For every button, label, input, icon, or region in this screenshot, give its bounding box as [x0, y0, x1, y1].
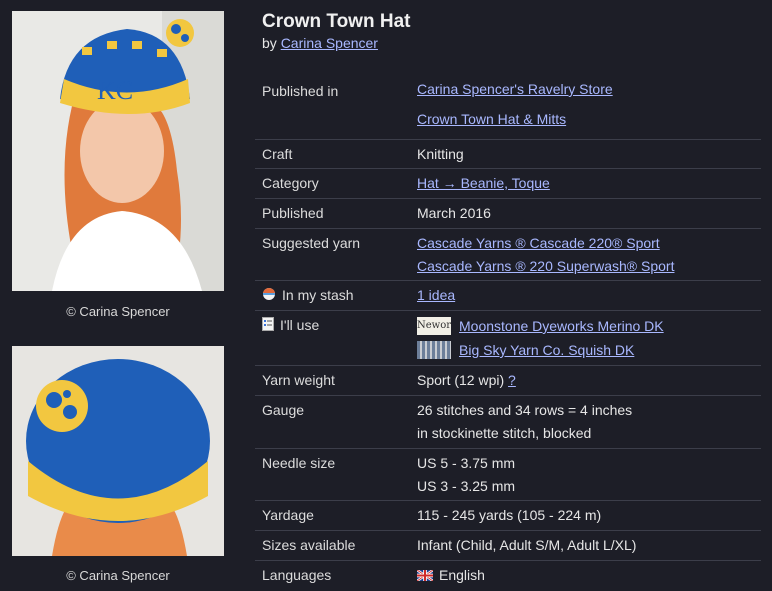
yarn-weight-text: Sport (12 wpi) — [417, 372, 505, 388]
link-stash-ideas[interactable]: 1 idea — [417, 287, 455, 303]
byline: by Carina Spencer — [262, 35, 378, 51]
label-published-in: Published in — [262, 83, 339, 99]
uk-flag-icon — [416, 565, 434, 588]
language-text: English — [439, 567, 485, 583]
row-gauge: Gauge 26 stitches and 34 rows = 4 inches… — [255, 396, 761, 449]
label-sizes-available: Sizes available — [262, 537, 356, 553]
pattern-details-table: Published in Carina Spencer's Ravelry St… — [255, 71, 761, 591]
link-category[interactable]: Hat → Beanie, Toque — [417, 175, 550, 191]
row-craft: Craft Knitting — [255, 140, 761, 169]
label-published: Published — [262, 205, 324, 221]
row-sizes-available: Sizes available Infant (Child, Adult S/M… — [255, 531, 761, 561]
checklist-icon — [262, 315, 274, 338]
value-craft: Knitting — [417, 146, 464, 162]
link-crown-town-hat-mitts[interactable]: Crown Town Hat & Mitts — [417, 104, 754, 134]
link-big-sky-squish-dk[interactable]: Big Sky Yarn Co. Squish DK — [459, 342, 634, 358]
link-yarn-cascade-220-sport[interactable]: Cascade Yarns ® Cascade 220® Sport — [417, 232, 754, 255]
pattern-title: Crown Town Hat — [262, 11, 411, 32]
label-craft: Craft — [262, 146, 293, 162]
pattern-photo-2[interactable] — [12, 346, 224, 556]
svg-text:KC: KC — [97, 76, 133, 105]
row-published-in: Published in Carina Spencer's Ravelry St… — [255, 71, 761, 140]
value-published-in: Carina Spencer's Ravelry Store Crown Tow… — [417, 71, 754, 134]
value-category: Hat → Beanie, Toque — [417, 169, 754, 195]
stash-label-text: In my stash — [282, 287, 354, 303]
photo-1-illustration: KC — [12, 11, 224, 291]
gauge-line-1: 26 stitches and 34 rows = 4 inches — [417, 402, 633, 418]
yarn-thumbnail-2[interactable] — [417, 341, 451, 359]
byline-prefix: by — [262, 35, 277, 51]
row-yardage: Yardage 115 - 245 yards (105 - 224 m) — [255, 501, 761, 531]
label-yardage: Yardage — [262, 507, 314, 523]
link-moonstone-dyeworks-merino-dk[interactable]: Moonstone Dyeworks Merino DK — [459, 318, 664, 334]
row-needle-size: Needle size US 5 - 3.75 mm US 3 - 3.25 m… — [255, 449, 761, 501]
label-needle-size: Needle size — [262, 455, 336, 471]
label-gauge: Gauge — [262, 402, 305, 418]
value-yarn-weight: Sport (12 wpi) ? — [417, 366, 754, 392]
row-yarn-weight: Yarn weight Sport (12 wpi) ? — [255, 366, 761, 396]
needle-size-1: US 5 - 3.75 mm — [417, 455, 516, 471]
value-published: March 2016 — [417, 205, 491, 221]
ill-use-yarn-1: Newor Moonstone Dyeworks Merino DK — [417, 314, 754, 338]
label-in-my-stash: In my stash — [262, 281, 417, 308]
value-needle-size: US 5 - 3.75 mm US 3 - 3.25 mm — [417, 449, 754, 498]
value-languages: English — [416, 561, 754, 588]
value-ill-use: Newor Moonstone Dyeworks Merino DK Big S… — [417, 311, 754, 362]
row-languages: Languages English — [255, 561, 761, 591]
value-sizes-available: Infant (Child, Adult S/M, Adult L/XL) — [417, 537, 637, 553]
value-suggested-yarn: Cascade Yarns ® Cascade 220® Sport Casca… — [417, 229, 754, 278]
value-in-my-stash: 1 idea — [417, 281, 754, 307]
photo-2-caption: © Carina Spencer — [66, 568, 170, 583]
row-category: Category Hat → Beanie, Toque — [255, 169, 761, 199]
photo-2-illustration — [12, 346, 224, 556]
ill-use-label-text: I'll use — [280, 317, 320, 333]
label-ill-use: I'll use — [262, 311, 417, 338]
designer-link[interactable]: Carina Spencer — [281, 35, 378, 51]
row-ill-use: I'll use Newor Moonstone Dyeworks Merino… — [255, 311, 761, 366]
label-languages: Languages — [262, 567, 332, 583]
yarn-thumbnail-1[interactable]: Newor — [417, 317, 451, 335]
photo-1-caption: © Carina Spencer — [66, 304, 170, 319]
link-yarn-cascade-220-superwash-sport[interactable]: Cascade Yarns ® 220 Superwash® Sport — [417, 255, 754, 278]
row-published: Published March 2016 — [255, 199, 761, 229]
row-suggested-yarn: Suggested yarn Cascade Yarns ® Cascade 2… — [255, 229, 761, 281]
row-in-my-stash: In my stash 1 idea — [255, 281, 761, 311]
gauge-line-2: in stockinette stitch, blocked — [417, 425, 592, 441]
pattern-photo-1[interactable]: KC — [12, 11, 224, 291]
stash-icon — [262, 285, 276, 308]
needle-size-2: US 3 - 3.25 mm — [417, 478, 516, 494]
label-suggested-yarn: Suggested yarn — [262, 235, 361, 251]
label-category: Category — [262, 175, 319, 191]
value-yardage: 115 - 245 yards (105 - 224 m) — [417, 507, 602, 523]
yarn-weight-help-link[interactable]: ? — [508, 372, 516, 388]
value-gauge: 26 stitches and 34 rows = 4 inches in st… — [417, 396, 754, 445]
ill-use-yarn-2: Big Sky Yarn Co. Squish DK — [417, 338, 754, 362]
label-yarn-weight: Yarn weight — [262, 372, 335, 388]
link-ravelry-store[interactable]: Carina Spencer's Ravelry Store — [417, 74, 754, 104]
